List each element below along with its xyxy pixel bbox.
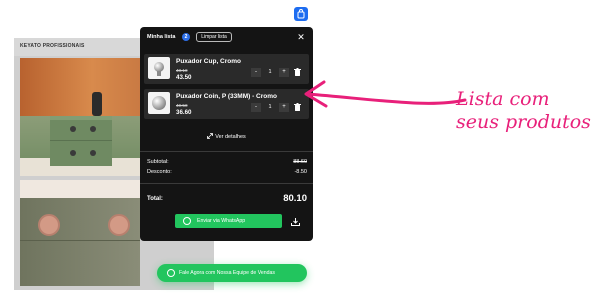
item-price: 36.60 — [176, 109, 192, 116]
discount-value: -8.50 — [294, 169, 307, 175]
quantity-value: 1 — [268, 69, 272, 75]
contact-sales-label: Fale Agora com Nossa Equipe de Vendas — [179, 270, 276, 276]
product-photo-drawers — [20, 180, 140, 286]
cart-panel: Minha lista 2 Limpar lista ✕ Puxador Cup… — [140, 27, 313, 241]
cart-item: Puxador Cup, Cromo 48.10 43.50 - 1 + — [144, 54, 309, 84]
subtotal-value: 88.60 — [293, 159, 307, 165]
cart-header: Minha lista 2 Limpar lista ✕ — [140, 27, 313, 49]
whatsapp-icon — [183, 217, 191, 225]
increase-quantity-button[interactable]: + — [279, 103, 289, 112]
close-icon[interactable]: ✕ — [296, 32, 306, 42]
expand-icon — [207, 133, 214, 139]
cart-item: Puxador Coin, P (33MM) - Cromo 40.50 36.… — [144, 89, 309, 119]
total-row: Total: 80.10 — [147, 193, 307, 205]
quantity-value: 1 — [268, 104, 272, 110]
increase-quantity-button[interactable]: + — [279, 68, 289, 77]
cart-count-badge: 2 — [182, 33, 190, 41]
view-details-label: Ver detalhes — [215, 134, 246, 140]
subtotal-row: Subtotal: 88.60 — [147, 159, 307, 167]
screenshot-stage: KEYATO PROFISSIONAIS Minha lista 2 Limpa… — [0, 0, 593, 300]
contact-sales-button[interactable]: Fale Agora com Nossa Equipe de Vendas — [157, 264, 307, 282]
send-whatsapp-label: Enviar via WhatsApp — [197, 218, 246, 224]
divider — [140, 151, 313, 152]
send-whatsapp-button[interactable]: Enviar via WhatsApp — [175, 214, 282, 228]
product-thumbnail — [148, 57, 170, 79]
annotation-text: Lista com seus produtos — [456, 88, 591, 134]
item-old-price: 40.50 — [176, 103, 188, 108]
download-icon[interactable] — [291, 218, 300, 226]
decrease-quantity-button[interactable]: - — [251, 103, 261, 112]
annotation-line-2: seus produtos — [456, 111, 591, 133]
discount-label: Desconto: — [147, 169, 172, 175]
item-name: Puxador Cup, Cromo — [176, 58, 242, 65]
divider — [140, 183, 313, 184]
item-name: Puxador Coin, P (33MM) - Cromo — [176, 93, 277, 100]
annotation-line-1: Lista com — [456, 88, 550, 110]
item-price: 43.50 — [176, 74, 192, 81]
total-value: 80.10 — [283, 193, 307, 204]
product-photo-cabinet — [20, 58, 140, 176]
quantity-stepper: - 1 + — [251, 103, 289, 112]
cart-title: Minha lista — [147, 34, 176, 40]
discount-row: Desconto: -8.50 — [147, 169, 307, 177]
shopping-bag-button[interactable] — [294, 7, 308, 21]
whatsapp-icon — [167, 269, 175, 277]
catalog-title: KEYATO PROFISSIONAIS — [20, 43, 85, 49]
product-thumbnail — [148, 92, 170, 114]
view-details-link[interactable]: Ver detalhes — [140, 133, 313, 140]
subtotal-label: Subtotal: — [147, 159, 169, 165]
clear-list-button[interactable]: Limpar lista — [196, 32, 232, 42]
annotation-arrow — [304, 80, 467, 108]
item-old-price: 48.10 — [176, 68, 188, 73]
decrease-quantity-button[interactable]: - — [251, 68, 261, 77]
quantity-stepper: - 1 + — [251, 68, 289, 77]
shopping-bag-icon — [297, 9, 305, 19]
total-label: Total: — [147, 196, 163, 202]
